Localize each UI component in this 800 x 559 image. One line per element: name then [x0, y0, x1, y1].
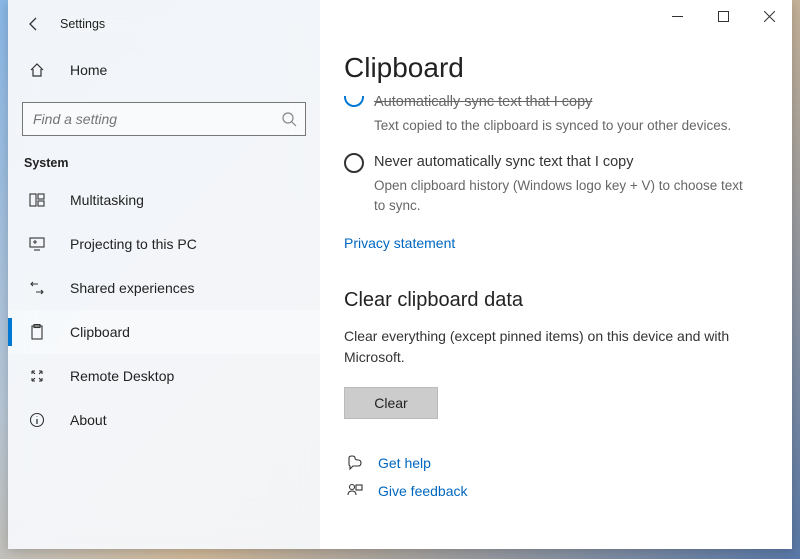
app-title: Settings — [60, 17, 105, 31]
arrow-left-icon — [26, 16, 42, 32]
get-help-link[interactable]: Get help — [344, 455, 756, 471]
page-body: Clipboard Automatically sync text that I… — [320, 0, 792, 499]
sidebar-item-label: Remote Desktop — [70, 368, 174, 384]
sidebar-item-shared-experiences[interactable]: Shared experiences — [8, 266, 320, 310]
sidebar-item-label: Home — [70, 62, 107, 78]
titlebar-left: Settings — [8, 6, 320, 42]
sidebar-item-label: Multitasking — [70, 192, 144, 208]
close-icon — [764, 11, 775, 22]
radio-icon[interactable] — [344, 153, 364, 173]
sidebar: Settings Home System Multitasking — [8, 0, 320, 549]
settings-window: Settings Home System Multitasking — [8, 0, 792, 549]
minimize-button[interactable] — [654, 0, 700, 32]
minimize-icon — [672, 11, 683, 22]
search-icon — [281, 111, 297, 127]
content-pane: Clipboard Automatically sync text that I… — [320, 0, 792, 549]
feedback-label: Give feedback — [378, 483, 468, 499]
back-button[interactable] — [16, 6, 52, 42]
maximize-button[interactable] — [700, 0, 746, 32]
help-links: Get help Give feedback — [344, 455, 756, 499]
home-icon — [26, 62, 48, 78]
feedback-icon — [344, 483, 366, 499]
search-field[interactable] — [33, 111, 281, 127]
close-button[interactable] — [746, 0, 792, 32]
window-controls — [654, 0, 792, 32]
shared-experiences-icon — [26, 280, 48, 296]
sidebar-item-label: Clipboard — [70, 324, 130, 340]
section-heading: Clear clipboard data — [344, 289, 756, 312]
radio-option-never-sync[interactable]: Never automatically sync text that I cop… — [344, 152, 756, 215]
radio-label: Automatically sync text that I copy — [374, 92, 731, 112]
section-description: Clear everything (except pinned items) o… — [344, 326, 756, 367]
section-label: System — [24, 156, 320, 170]
sidebar-item-about[interactable]: About — [8, 398, 320, 442]
multitasking-icon — [26, 192, 48, 208]
sidebar-item-multitasking[interactable]: Multitasking — [8, 178, 320, 222]
radio-description: Text copied to the clipboard is synced t… — [374, 116, 731, 136]
privacy-statement-link[interactable]: Privacy statement — [344, 235, 455, 251]
sidebar-item-projecting[interactable]: Projecting to this PC — [8, 222, 320, 266]
sidebar-item-home[interactable]: Home — [8, 48, 320, 92]
help-label: Get help — [378, 455, 431, 471]
projecting-icon — [26, 236, 48, 252]
sidebar-item-remote-desktop[interactable]: Remote Desktop — [8, 354, 320, 398]
give-feedback-link[interactable]: Give feedback — [344, 483, 756, 499]
sidebar-item-clipboard[interactable]: Clipboard — [8, 310, 320, 354]
maximize-icon — [718, 11, 729, 22]
clipboard-icon — [26, 324, 48, 340]
search-input[interactable] — [22, 102, 306, 136]
radio-description: Open clipboard history (Windows logo key… — [374, 176, 756, 215]
radio-icon[interactable] — [344, 96, 364, 107]
page-title: Clipboard — [344, 52, 756, 84]
sidebar-item-label: About — [70, 412, 107, 428]
remote-desktop-icon — [26, 368, 48, 384]
radio-option-auto-sync[interactable]: Automatically sync text that I copy Text… — [344, 98, 756, 136]
info-icon — [26, 412, 48, 428]
help-icon — [344, 455, 366, 471]
clear-button[interactable]: Clear — [344, 387, 438, 419]
radio-label: Never automatically sync text that I cop… — [374, 152, 756, 172]
sidebar-nav: Multitasking Projecting to this PC Share… — [8, 178, 320, 442]
sidebar-item-label: Projecting to this PC — [70, 236, 197, 252]
sidebar-item-label: Shared experiences — [70, 280, 195, 296]
